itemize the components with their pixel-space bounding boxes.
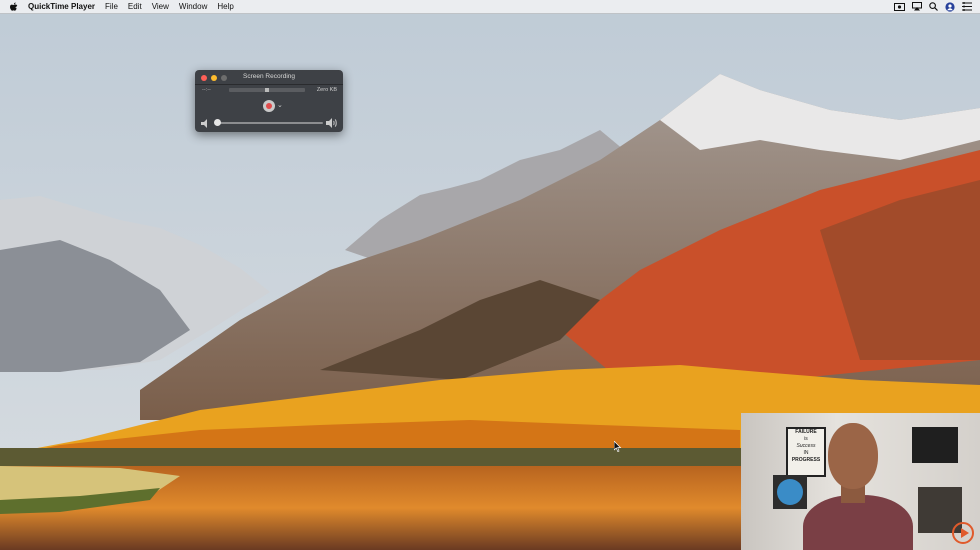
file-size: Zero KB xyxy=(316,87,337,93)
poster-line-1: FAILURE xyxy=(795,429,817,435)
presenter-shirt xyxy=(803,495,913,550)
menu-window[interactable]: Window xyxy=(179,2,207,11)
control-center-icon[interactable] xyxy=(962,2,972,11)
mouse-cursor-icon xyxy=(614,441,622,452)
webcam-overlay: FAILURE is Success IN PROGRESS xyxy=(741,413,980,550)
airplay-icon[interactable] xyxy=(912,2,922,11)
app-menu-quicktime[interactable]: QuickTime Player xyxy=(28,2,95,11)
monitor-screen-logo xyxy=(777,479,803,505)
volume-high-icon xyxy=(326,118,337,128)
record-button[interactable] xyxy=(263,100,275,112)
menu-edit[interactable]: Edit xyxy=(128,2,142,11)
poster-line-2: is xyxy=(804,436,808,442)
play-logo-icon xyxy=(952,522,974,544)
wall-poster: FAILURE is Success IN PROGRESS xyxy=(786,427,826,477)
poster-line-4: IN xyxy=(803,450,809,456)
title-divider xyxy=(195,84,343,85)
recording-time: --:-- xyxy=(202,87,211,93)
screen-record-status-icon[interactable] xyxy=(894,2,905,11)
options-chevron-down-icon[interactable]: ⌄ xyxy=(277,101,283,109)
volume-slider-knob[interactable] xyxy=(214,119,221,126)
menu-bar-status-area xyxy=(894,1,972,12)
presenter-face xyxy=(828,423,878,489)
menu-help[interactable]: Help xyxy=(217,2,233,11)
audio-level-indicator xyxy=(265,88,269,92)
menu-file[interactable]: File xyxy=(105,2,118,11)
screen-recording-panel[interactable]: Screen Recording --:-- Zero KB ⌄ xyxy=(195,70,343,132)
volume-low-icon xyxy=(201,119,207,128)
background-speaker xyxy=(912,427,958,463)
apple-menu-icon[interactable] xyxy=(8,1,20,13)
poster-line-3: Success xyxy=(796,443,816,449)
panel-title: Screen Recording xyxy=(242,73,296,80)
poster-line-5: PROGRESS xyxy=(791,457,821,463)
volume-slider[interactable] xyxy=(215,122,323,124)
menu-bar: QuickTime Player File Edit View Window H… xyxy=(0,0,980,14)
audio-level-meter xyxy=(229,88,305,92)
search-icon[interactable] xyxy=(929,2,938,11)
user-avatar-icon[interactable] xyxy=(945,1,955,12)
menu-view[interactable]: View xyxy=(152,2,169,11)
